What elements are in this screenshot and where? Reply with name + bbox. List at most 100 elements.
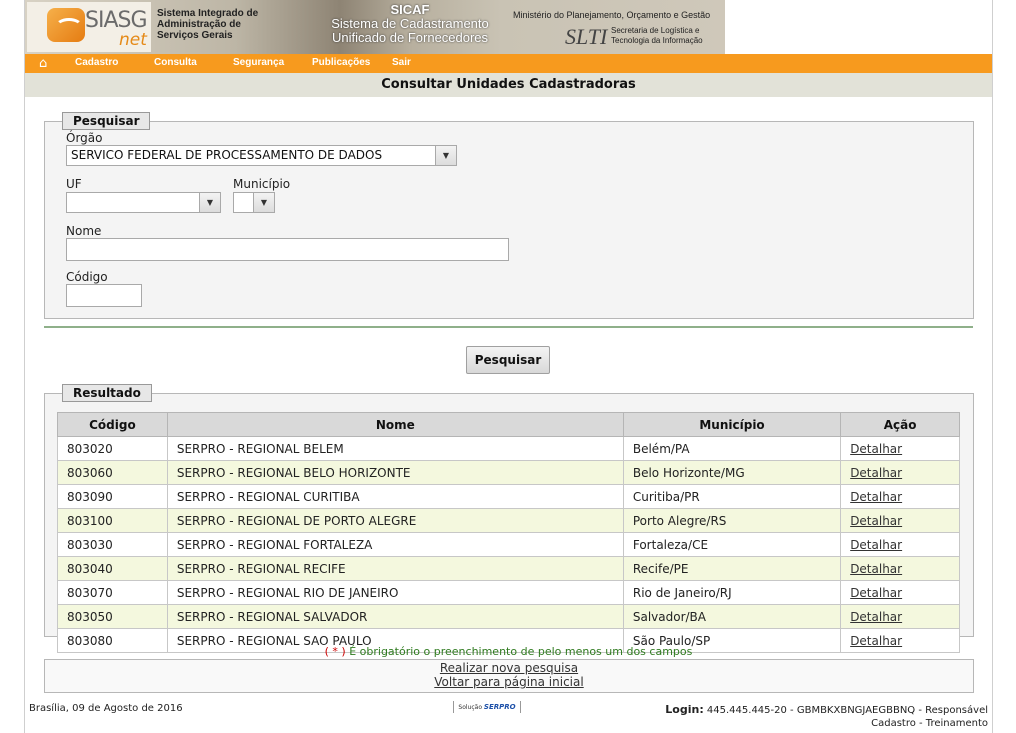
column-header-nome: Nome bbox=[166, 412, 624, 437]
chevron-down-icon[interactable]: ▼ bbox=[253, 193, 274, 212]
slti-line: Secretaria de Logística e bbox=[611, 26, 700, 35]
sicaf-title-block: SICAF Sistema de Cadastramento Unificado… bbox=[295, 2, 525, 45]
cell-codigo: 803050 bbox=[57, 604, 168, 629]
detalhar-link[interactable]: Detalhar bbox=[850, 610, 902, 624]
codigo-input[interactable] bbox=[66, 284, 142, 307]
cell-municipio: Belo Horizonte/MG bbox=[622, 460, 842, 485]
table-row: 803040 SERPRO - REGIONAL RECIFE Recife/P… bbox=[57, 556, 960, 581]
sicaf-subtitle: Unificado de Fornecedores bbox=[331, 30, 489, 45]
uf-select[interactable]: ▼ bbox=[66, 192, 221, 213]
cell-municipio: Recife/PE bbox=[622, 556, 842, 581]
section-divider bbox=[44, 326, 973, 328]
uf-label: UF bbox=[66, 177, 82, 191]
cell-municipio: Porto Alegre/RS bbox=[622, 508, 842, 533]
menu-item-cadastro[interactable]: Cadastro bbox=[75, 57, 118, 68]
detalhar-link[interactable]: Detalhar bbox=[850, 562, 902, 576]
search-legend: Pesquisar bbox=[62, 112, 151, 130]
cell-nome: SERPRO - REGIONAL FORTALEZA bbox=[166, 532, 624, 557]
slti-logo: SLTI bbox=[565, 24, 608, 49]
solution-label: Solução bbox=[458, 704, 482, 711]
cell-municipio: Fortaleza/CE bbox=[622, 532, 842, 557]
cell-acao: Detalhar bbox=[840, 508, 960, 533]
detalhar-link[interactable]: Detalhar bbox=[850, 538, 902, 552]
new-search-link[interactable]: Realizar nova pesquisa bbox=[45, 661, 973, 675]
cell-nome: SERPRO - REGIONAL DE PORTO ALEGRE bbox=[166, 508, 624, 533]
home-link[interactable]: Voltar para página inicial bbox=[45, 675, 973, 689]
cell-nome: SERPRO - REGIONAL SALVADOR bbox=[166, 604, 624, 629]
required-note: ( * ) É obrigatório o preenchimento de p… bbox=[25, 645, 992, 658]
institution-name: Sistema Integrado de Administração de Se… bbox=[157, 8, 258, 41]
institution-line: Administração de bbox=[157, 19, 241, 30]
nome-input[interactable] bbox=[66, 238, 509, 261]
cell-municipio: Belém/PA bbox=[622, 436, 842, 461]
sicaf-subtitle: Sistema de Cadastramento bbox=[331, 16, 489, 31]
cell-codigo: 803040 bbox=[57, 556, 168, 581]
siasg-logo: SIASG net bbox=[27, 2, 151, 52]
logo-sub: net bbox=[119, 30, 147, 50]
orgao-value: SERVICO FEDERAL DE PROCESSAMENTO DE DADO… bbox=[71, 148, 383, 162]
institution-line: Sistema Integrado de bbox=[157, 8, 259, 19]
table-row: 803050 SERPRO - REGIONAL SALVADOR Salvad… bbox=[57, 604, 960, 629]
menu-item-publicacoes[interactable]: Publicações bbox=[312, 57, 370, 68]
table-row: 803090 SERPRO - REGIONAL CURITIBA Curiti… bbox=[57, 484, 960, 509]
detalhar-link[interactable]: Detalhar bbox=[850, 442, 902, 456]
sicaf-title: SICAF bbox=[390, 2, 430, 17]
cell-municipio: Rio de Janeiro/RJ bbox=[622, 580, 842, 605]
search-button[interactable]: Pesquisar bbox=[466, 346, 550, 374]
cell-nome: SERPRO - REGIONAL BELO HORIZONTE bbox=[166, 460, 624, 485]
results-legend: Resultado bbox=[62, 384, 152, 402]
menu-item-consulta[interactable]: Consulta bbox=[154, 57, 197, 68]
serpro-logo: Solução SERPRO bbox=[453, 701, 521, 713]
cell-codigo: 803100 bbox=[57, 508, 168, 533]
navigation-links: Realizar nova pesquisa Voltar para págin… bbox=[44, 659, 974, 693]
cell-codigo: 803060 bbox=[57, 460, 168, 485]
cell-nome: SERPRO - REGIONAL BELEM bbox=[166, 436, 624, 461]
municipio-select[interactable]: ▼ bbox=[233, 192, 275, 213]
detalhar-link[interactable]: Detalhar bbox=[850, 514, 902, 528]
nome-label: Nome bbox=[66, 224, 102, 238]
cell-codigo: 803090 bbox=[57, 484, 168, 509]
slti-line: Tecnologia da Informação bbox=[611, 36, 703, 45]
page-title: Consultar Unidades Cadastradoras bbox=[25, 73, 992, 97]
cell-acao: Detalhar bbox=[840, 484, 960, 509]
cell-codigo: 803030 bbox=[57, 532, 168, 557]
municipio-label: Município bbox=[233, 177, 291, 191]
slti-description: Secretaria de Logística e Tecnologia da … bbox=[611, 26, 703, 46]
cell-acao: Detalhar bbox=[840, 436, 960, 461]
home-icon[interactable]: ⌂ bbox=[39, 56, 55, 71]
siasg-logo-icon bbox=[47, 8, 85, 42]
menu-item-sair[interactable]: Sair bbox=[392, 57, 411, 68]
orgao-select[interactable]: SERVICO FEDERAL DE PROCESSAMENTO DE DADO… bbox=[66, 145, 457, 166]
codigo-label: Código bbox=[66, 270, 108, 284]
table-header-row: Código Nome Município Ação bbox=[57, 412, 960, 437]
required-star: ( * ) bbox=[324, 645, 346, 658]
cell-codigo: 803070 bbox=[57, 580, 168, 605]
detalhar-link[interactable]: Detalhar bbox=[850, 466, 902, 480]
chevron-down-icon[interactable]: ▼ bbox=[435, 146, 456, 165]
cell-codigo: 803020 bbox=[57, 436, 168, 461]
ministry-name: Ministério do Planejamento, Orçamento e … bbox=[513, 10, 711, 20]
table-row: 803070 SERPRO - REGIONAL RIO DE JANEIRO … bbox=[57, 580, 960, 605]
menu-item-seguranca[interactable]: Segurança bbox=[233, 57, 284, 68]
page-frame: SIASG net Sistema Integrado de Administr… bbox=[24, 0, 993, 733]
chevron-down-icon[interactable]: ▼ bbox=[199, 193, 220, 212]
table-row: 803030 SERPRO - REGIONAL FORTALEZA Forta… bbox=[57, 532, 960, 557]
orgao-label: Órgão bbox=[66, 131, 103, 145]
required-text: É obrigatório o preenchimento de pelo me… bbox=[345, 645, 693, 658]
cell-acao: Detalhar bbox=[840, 532, 960, 557]
cell-acao: Detalhar bbox=[840, 604, 960, 629]
cell-acao: Detalhar bbox=[840, 580, 960, 605]
detalhar-link[interactable]: Detalhar bbox=[850, 490, 902, 504]
cell-acao: Detalhar bbox=[840, 460, 960, 485]
footer-login: Login: 445.445.445-20 - GBMBKXBNGJAEGBBN… bbox=[665, 703, 988, 730]
cell-municipio: Curitiba/PR bbox=[622, 484, 842, 509]
institution-line: Serviços Gerais bbox=[157, 30, 233, 41]
login-value: 445.445.445-20 - GBMBKXBNGJAEGBBNQ - Res… bbox=[703, 705, 988, 716]
serpro-brand: SERPRO bbox=[483, 703, 516, 711]
column-header-acao: Ação bbox=[840, 412, 960, 437]
table-row: 803100 SERPRO - REGIONAL DE PORTO ALEGRE… bbox=[57, 508, 960, 533]
detalhar-link[interactable]: Detalhar bbox=[850, 586, 902, 600]
header-banner: SIASG net Sistema Integrado de Administr… bbox=[25, 0, 725, 54]
cell-nome: SERPRO - REGIONAL RIO DE JANEIRO bbox=[166, 580, 624, 605]
table-row: 803020 SERPRO - REGIONAL BELEM Belém/PA … bbox=[57, 436, 960, 461]
